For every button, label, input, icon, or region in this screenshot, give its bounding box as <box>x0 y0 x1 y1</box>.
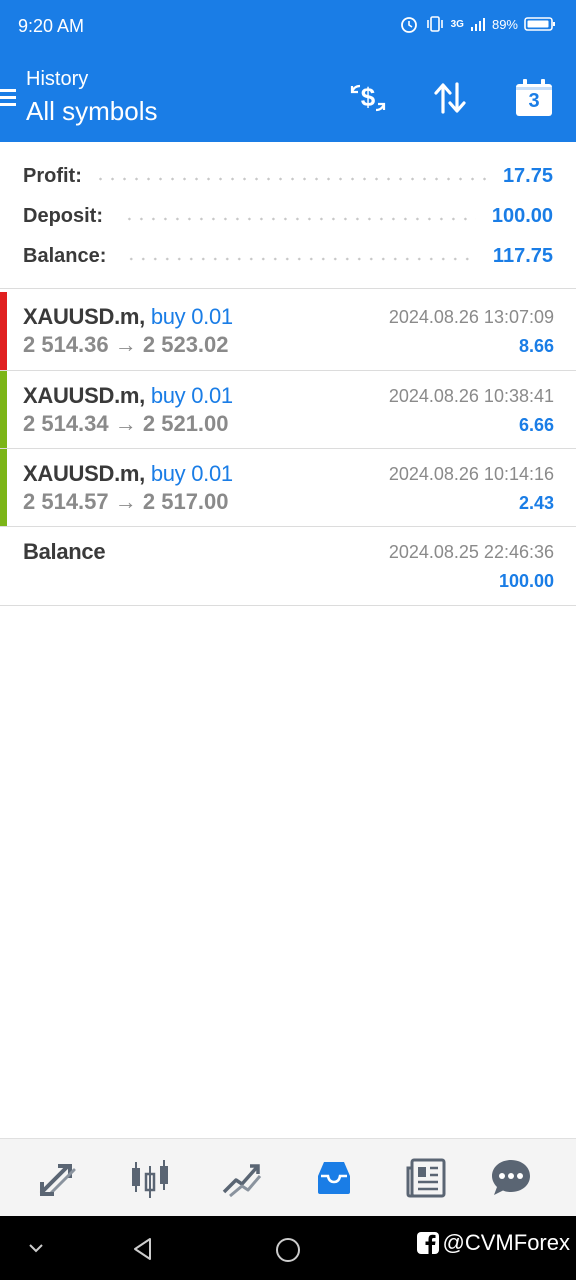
dotted-leader <box>97 177 487 181</box>
deal-action: buy 0.01 <box>150 383 233 408</box>
status-bar: 9:20 AM 3G 89% <box>0 0 576 54</box>
facebook-icon <box>416 1232 439 1254</box>
status-time: 9:20 AM <box>18 16 85 36</box>
calendar-day: 3 <box>528 90 540 112</box>
dotted-leader <box>122 257 477 261</box>
deal-action: buy 0.01 <box>150 304 233 329</box>
sort-button[interactable] <box>428 76 472 120</box>
deal-symbol: XAUUSD.m, buy 0.01 <box>23 304 233 330</box>
balance-row[interactable]: Balance 2024.08.25 22:46:36 100.00 <box>0 527 576 605</box>
dollar-exchange-icon: $ <box>350 82 386 112</box>
quotes-icon <box>40 1164 76 1196</box>
svg-text:$: $ <box>361 82 376 112</box>
calendar-period-button[interactable]: 3 <box>512 76 556 120</box>
vibrate-icon <box>426 16 443 32</box>
deal-row[interactable]: XAUUSD.m, buy 0.01 2 514.34 → 2 521.00 2… <box>0 371 576 449</box>
page-title[interactable]: All symbols <box>26 96 157 127</box>
deal-symbol: XAUUSD.m, buy 0.01 <box>23 383 233 409</box>
summary-label: Profit: <box>23 164 82 187</box>
deal-prices: 2 514.34 → 2 521.00 <box>23 411 229 436</box>
deal-symbol: XAUUSD.m, buy 0.01 <box>23 461 233 487</box>
trade-icon <box>222 1164 262 1198</box>
deposit-withdraw-button[interactable]: $ <box>346 76 390 120</box>
sort-arrows-icon <box>434 82 466 114</box>
deal-row[interactable]: XAUUSD.m, buy 0.01 2 514.57 → 2 517.00 2… <box>0 449 576 527</box>
menu-icon[interactable] <box>0 86 18 108</box>
open-price: 2 514.36 <box>23 332 109 357</box>
signal-icon <box>470 18 485 31</box>
summary-value: 117.75 <box>492 244 553 267</box>
balance-amount: 100.00 <box>498 571 554 591</box>
summary-label: Balance: <box>23 244 107 267</box>
messages-icon <box>492 1160 530 1195</box>
balance-label: Balance <box>23 539 106 564</box>
alarm-icon <box>400 17 417 33</box>
symbol-name: XAUUSD.m, <box>23 461 145 486</box>
open-price: 2 514.34 <box>23 411 109 436</box>
history-icon <box>318 1162 350 1194</box>
nav-quotes[interactable] <box>35 1155 81 1201</box>
news-icon <box>406 1158 446 1198</box>
deal-profit: 6.66 <box>518 415 554 435</box>
deal-row[interactable]: XAUUSD.m, buy 0.01 2 514.36 → 2 523.02 2… <box>0 292 576 370</box>
divider <box>0 288 576 289</box>
summary-row-balance: Balance: 117.75 <box>23 236 553 276</box>
deal-time: 2024.08.26 10:14:16 <box>388 464 554 484</box>
chart-icon <box>132 1160 168 1198</box>
system-nav-bar: @CVMForex <box>0 1216 576 1280</box>
nav-chart[interactable] <box>127 1155 173 1201</box>
summary-row-deposit: Deposit: 100.00 <box>23 196 553 236</box>
close-price: 2 517.00 <box>142 489 229 514</box>
deal-time: 2024.08.25 22:46:36 <box>388 542 554 562</box>
nav-history[interactable] <box>311 1155 357 1201</box>
nav-trade[interactable] <box>219 1155 265 1201</box>
deal-time: 2024.08.26 13:07:09 <box>388 307 554 327</box>
close-price: 2 523.02 <box>142 332 229 357</box>
close-price: 2 521.00 <box>142 411 229 436</box>
deal-prices: 2 514.36 → 2 523.02 <box>23 332 229 357</box>
summary-value: 100.00 <box>491 204 553 227</box>
bottom-nav <box>0 1138 576 1217</box>
summary-value: 17.75 <box>502 164 553 187</box>
watermark: @CVMForex <box>416 1230 570 1256</box>
deal-prices: 2 514.57 → 2 517.00 <box>23 489 229 514</box>
summary-label: Deposit: <box>23 204 103 227</box>
back-icon[interactable] <box>130 1236 156 1262</box>
battery-icon <box>524 17 555 31</box>
deal-action: buy 0.01 <box>150 461 233 486</box>
deal-marker <box>0 292 7 370</box>
nav-news[interactable] <box>403 1155 449 1201</box>
summary-panel: Profit: 17.75 Deposit: 100.00 Balance: 1… <box>0 142 576 288</box>
status-icons: 3G 89% <box>399 14 556 34</box>
page-subtitle: History <box>26 68 89 90</box>
summary-row-profit: Profit: 17.75 <box>23 156 553 196</box>
chevron-down-icon[interactable] <box>26 1240 46 1256</box>
deal-marker <box>0 371 7 449</box>
deal-time: 2024.08.26 10:38:41 <box>388 386 554 406</box>
home-icon[interactable] <box>274 1236 302 1264</box>
battery-percent: 89% <box>491 16 518 32</box>
dotted-leader <box>119 217 476 221</box>
open-price: 2 514.57 <box>23 489 109 514</box>
deal-marker <box>0 449 7 527</box>
divider <box>0 605 576 606</box>
deal-profit: 2.43 <box>518 493 554 513</box>
symbol-name: XAUUSD.m, <box>23 304 145 329</box>
watermark-text: @CVMForex <box>442 1230 570 1255</box>
app-bar: History All symbols $ 3 <box>0 54 576 142</box>
network-type: 3G <box>450 18 464 30</box>
symbol-name: XAUUSD.m, <box>23 383 145 408</box>
deal-profit: 8.66 <box>518 336 554 356</box>
nav-messages[interactable] <box>488 1155 534 1201</box>
